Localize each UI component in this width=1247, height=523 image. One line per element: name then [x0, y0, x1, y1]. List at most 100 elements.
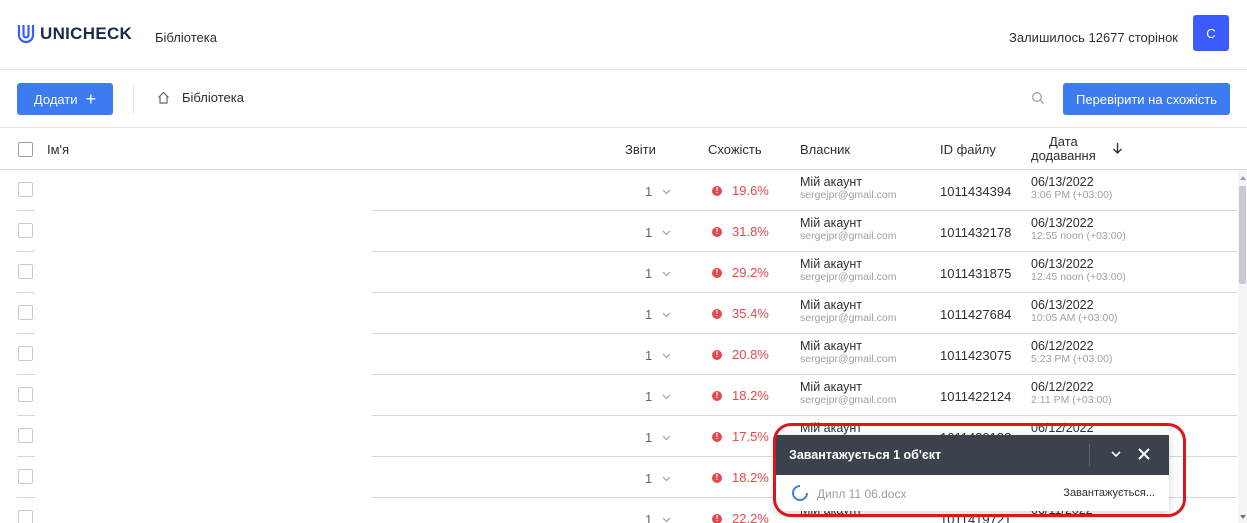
scrollbar-thumb[interactable]: [1239, 186, 1246, 284]
reports-dropdown[interactable]: 1: [645, 389, 671, 404]
date-cell: 06/12/2022 2:11 PM (+03:00): [1031, 381, 1112, 407]
time-value: 10:05 AM (+03:00): [1031, 312, 1118, 324]
row-checkbox[interactable]: [18, 264, 33, 279]
reports-count: 1: [645, 266, 653, 281]
time-value: 2:11 PM (+03:00): [1031, 394, 1112, 406]
home-icon[interactable]: [157, 91, 170, 104]
date-value: 06/12/2022: [1031, 339, 1094, 353]
owner-name: Мій акаунт: [800, 298, 863, 312]
alert-icon: !: [712, 267, 722, 278]
owner-name: Мій акаунт: [800, 339, 863, 353]
reports-dropdown[interactable]: 1: [645, 307, 671, 322]
row-checkbox[interactable]: [18, 387, 33, 402]
select-all-checkbox[interactable]: [18, 142, 33, 157]
row-checkbox[interactable]: [18, 182, 33, 197]
similarity-score[interactable]: ! 18.2%: [712, 470, 769, 485]
table-row[interactable]: 1! 20.8% Мій акаунт sergejpr@gmail.com 10114…: [0, 334, 1237, 375]
add-button[interactable]: Додати +: [17, 83, 113, 115]
sort-arrow-down-icon[interactable]: [1112, 142, 1123, 154]
reports-count: 1: [645, 184, 653, 199]
row-checkbox[interactable]: [18, 223, 33, 238]
search-icon[interactable]: [1031, 91, 1045, 105]
similarity-score[interactable]: ! 18.2%: [712, 388, 769, 403]
chevron-down-icon: [662, 312, 671, 317]
similarity-score[interactable]: ! 29.2%: [712, 265, 769, 280]
date-cell: 06/13/2022 12:55 noon (+03:00): [1031, 217, 1126, 243]
table-row[interactable]: 1! 19.6% Мій акаунт sergejpr@gmail.com 10114…: [0, 170, 1237, 211]
table-row[interactable]: 1! 31.8% Мій акаунт sergejpr@gmail.com 10114…: [0, 211, 1237, 252]
reports-dropdown[interactable]: 1: [645, 471, 671, 486]
reports-dropdown[interactable]: 1: [645, 348, 671, 363]
alert-icon: !: [712, 472, 722, 483]
reports-dropdown[interactable]: 1: [645, 512, 671, 523]
unicheck-logo-icon: [17, 25, 35, 44]
nav-library-link[interactable]: Бібліотека: [155, 30, 217, 45]
column-name[interactable]: Ім'я: [47, 142, 69, 157]
row-checkbox[interactable]: [18, 305, 33, 320]
alert-icon: !: [712, 226, 722, 237]
column-reports[interactable]: Звіти: [625, 142, 656, 157]
reports-dropdown[interactable]: 1: [645, 266, 671, 281]
similarity-score[interactable]: ! 22.2%: [712, 511, 769, 523]
row-checkbox[interactable]: [18, 510, 33, 523]
table-row[interactable]: 1! 29.2% Мій акаунт sergejpr@gmail.com 10114…: [0, 252, 1237, 293]
toolbar: Додати + Бібліотека Перевірити на схожіс…: [0, 70, 1247, 128]
reports-count: 1: [645, 512, 653, 523]
similarity-value: 17.5%: [732, 429, 769, 444]
chevron-down-icon: [662, 476, 671, 481]
scrollbar[interactable]: [1238, 170, 1247, 523]
time-value: 12:55 noon (+03:00): [1031, 230, 1126, 242]
date-cell: 06/13/2022 10:05 AM (+03:00): [1031, 299, 1118, 325]
column-date-added[interactable]: Дата додавання: [1031, 135, 1096, 163]
breadcrumb-library[interactable]: Бібліотека: [182, 90, 244, 105]
table-row[interactable]: 1! 18.2% Мій акаунт sergejpr@gmail.com 10114…: [0, 375, 1237, 416]
check-similarity-button[interactable]: Перевірити на схожість: [1063, 83, 1230, 115]
reports-dropdown[interactable]: 1: [645, 184, 671, 199]
chevron-down-icon: [662, 230, 671, 235]
similarity-value: 18.2%: [732, 470, 769, 485]
reports-dropdown[interactable]: 1: [645, 225, 671, 240]
row-checkbox[interactable]: [18, 469, 33, 484]
table-row[interactable]: 1! 35.4% Мій акаунт sergejpr@gmail.com 10114…: [0, 293, 1237, 334]
owner-name: Мій акаунт: [800, 216, 863, 230]
reports-dropdown[interactable]: 1: [645, 430, 671, 445]
time-value: 3:06 PM (+03:00): [1031, 189, 1113, 201]
column-file-id[interactable]: ID файлу: [940, 142, 996, 157]
similarity-score[interactable]: ! 20.8%: [712, 347, 769, 362]
owner-cell: Мій акаунтsergejpr@gmail.com: [800, 258, 896, 284]
time-value: 12:45 noon (+03:00): [1031, 271, 1126, 283]
owner-name: Мій акаунт: [800, 257, 863, 271]
similarity-score[interactable]: ! 31.8%: [712, 224, 769, 239]
logo[interactable]: UNICHECK: [17, 24, 132, 44]
chevron-down-icon: [662, 353, 671, 358]
reports-count: 1: [645, 430, 653, 445]
chevron-down-icon: [662, 394, 671, 399]
similarity-score[interactable]: ! 17.5%: [712, 429, 769, 444]
alert-icon: !: [712, 185, 722, 196]
scroll-up-arrow-icon[interactable]: [1240, 176, 1246, 180]
similarity-value: 29.2%: [732, 265, 769, 280]
similarity-value: 19.6%: [732, 183, 769, 198]
scroll-down-arrow-icon[interactable]: [1240, 515, 1246, 519]
similarity-score[interactable]: ! 19.6%: [712, 183, 769, 198]
similarity-score[interactable]: ! 35.4%: [712, 306, 769, 321]
reports-count: 1: [645, 348, 653, 363]
owner-cell: Мій акаунтsergejpr@gmail.com: [800, 299, 896, 325]
owner-name: Мій акаунт: [800, 175, 863, 189]
chevron-down-icon: [662, 517, 671, 522]
column-similarity[interactable]: Схожість: [708, 142, 762, 157]
chevron-down-icon: [662, 271, 671, 276]
date-cell: 06/13/2022 12:45 noon (+03:00): [1031, 258, 1126, 284]
alert-icon: !: [712, 308, 722, 319]
row-checkbox[interactable]: [18, 428, 33, 443]
plus-icon: +: [85, 89, 97, 109]
time-value: 5:23 PM (+03:00): [1031, 353, 1113, 365]
alert-icon: !: [712, 390, 722, 401]
owner-email: sergejpr@gmail.com: [800, 230, 897, 242]
chevron-down-icon: [662, 189, 671, 194]
row-checkbox[interactable]: [18, 346, 33, 361]
owner-cell: Мій акаунтsergejpr@gmail.com: [800, 340, 896, 366]
owner-cell: Мій акаунтsergejpr@gmail.com: [800, 381, 896, 407]
column-owner[interactable]: Власник: [800, 142, 850, 157]
user-avatar[interactable]: C: [1193, 15, 1229, 51]
